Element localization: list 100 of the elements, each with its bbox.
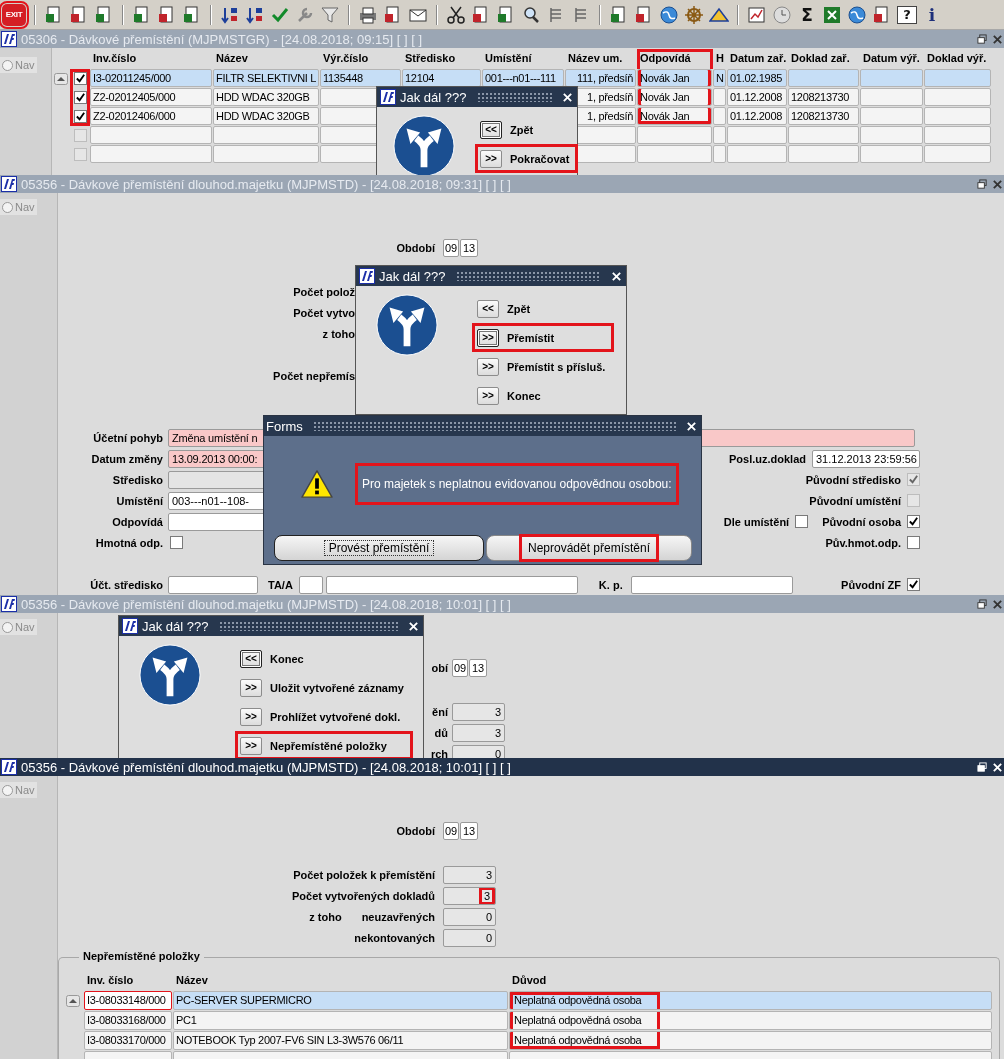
table-cell[interactable] bbox=[713, 126, 726, 144]
option-button[interactable]: >> bbox=[480, 149, 502, 168]
month-field[interactable]: 09 bbox=[443, 822, 459, 840]
option-label[interactable]: Přemístit bbox=[507, 331, 555, 344]
help-button[interactable]: ? bbox=[897, 5, 917, 24]
search-icon[interactable] bbox=[521, 4, 541, 25]
table-cell[interactable]: I3-08033148/000 bbox=[84, 991, 172, 1010]
year-field[interactable]: 13 bbox=[469, 659, 487, 677]
table-cell[interactable] bbox=[924, 88, 991, 106]
table-cell[interactable] bbox=[860, 145, 923, 163]
restore-icon[interactable] bbox=[977, 33, 988, 45]
option-label[interactable]: Přemístit s přísluš. bbox=[507, 360, 606, 373]
checkbox[interactable] bbox=[73, 91, 87, 104]
table-cell[interactable]: FILTR SELEKTIVNI L bbox=[213, 69, 319, 87]
option-label[interactable]: Zpět bbox=[507, 302, 531, 315]
checkbox[interactable] bbox=[73, 148, 87, 161]
dialog-button[interactable]: Provést přemístění bbox=[274, 535, 484, 561]
dialog-button[interactable]: Neprovádět přemístění bbox=[486, 535, 692, 561]
scroll-up-icon[interactable] bbox=[54, 72, 68, 85]
table-cell[interactable]: PC1 bbox=[173, 1011, 508, 1030]
table-cell[interactable] bbox=[860, 69, 923, 87]
table-cell[interactable]: 111, předsíň bbox=[565, 69, 636, 87]
table-cell[interactable] bbox=[713, 88, 726, 106]
table-cell[interactable] bbox=[90, 126, 212, 144]
info-button[interactable]: i bbox=[922, 3, 942, 26]
wheel-icon[interactable] bbox=[684, 4, 704, 25]
option-label[interactable]: Konec bbox=[270, 652, 304, 665]
table-cell[interactable]: Neplatná odpovědná osoba bbox=[509, 1031, 992, 1050]
table-cell[interactable] bbox=[924, 145, 991, 163]
option-label[interactable]: Pokračovat bbox=[510, 152, 570, 165]
table-cell[interactable]: PC-SERVER SUPERMICRO bbox=[173, 991, 508, 1010]
option-label[interactable]: Zpět bbox=[510, 123, 534, 136]
checkbox[interactable] bbox=[907, 536, 920, 549]
option-button[interactable]: >> bbox=[240, 736, 262, 755]
table-cell[interactable]: 1208213730 bbox=[788, 88, 859, 106]
year-field[interactable]: 13 bbox=[460, 822, 478, 840]
table-cell[interactable]: HDD WDAC 320GB bbox=[213, 107, 319, 125]
table-cell[interactable] bbox=[637, 145, 712, 163]
globe-icon[interactable] bbox=[659, 4, 679, 25]
table-cell[interactable]: Novák Jan bbox=[637, 88, 712, 106]
table-cell[interactable]: 001---n01---111 bbox=[482, 69, 564, 87]
table-cell[interactable] bbox=[860, 107, 923, 125]
option-button[interactable]: >> bbox=[240, 678, 262, 697]
table-cell[interactable]: I3-08033168/000 bbox=[84, 1011, 172, 1030]
table-cell[interactable]: HDD WDAC 320GB bbox=[213, 88, 319, 106]
option-label[interactable]: Uložit vytvořené záznamy bbox=[270, 681, 404, 694]
table-cell[interactable] bbox=[713, 107, 726, 125]
date-field[interactable]: 31.12.2013 23:59:56 bbox=[812, 449, 920, 468]
table-cell[interactable] bbox=[213, 126, 319, 144]
table-cell[interactable]: I3-02011245/000 bbox=[90, 69, 212, 87]
checkbox[interactable] bbox=[907, 578, 920, 591]
year-field[interactable]: 13 bbox=[460, 239, 478, 257]
table-cell[interactable]: Neplatná odpovědná osoba bbox=[509, 991, 992, 1010]
text-field[interactable] bbox=[325, 575, 578, 594]
option-button[interactable]: >> bbox=[240, 707, 262, 726]
table-cell[interactable]: 1135448 bbox=[320, 69, 401, 87]
table-cell[interactable] bbox=[213, 145, 319, 163]
option-button[interactable]: >> bbox=[477, 386, 499, 405]
globe-icon[interactable] bbox=[847, 4, 867, 25]
month-field[interactable]: 09 bbox=[452, 659, 468, 677]
table-cell[interactable] bbox=[924, 69, 991, 87]
table-cell[interactable]: Novák Jan bbox=[637, 69, 712, 87]
checkbox[interactable] bbox=[73, 72, 87, 85]
table-cell[interactable] bbox=[727, 145, 787, 163]
table-cell[interactable]: 01.12.2008 bbox=[727, 88, 787, 106]
table-cell[interactable]: Neplatná odpovědná osoba bbox=[509, 1011, 992, 1030]
close-icon[interactable] bbox=[992, 598, 1003, 610]
table-cell[interactable]: Novák Jan bbox=[637, 107, 712, 125]
text-field[interactable] bbox=[298, 575, 323, 594]
restore-icon[interactable] bbox=[977, 761, 988, 773]
table-cell[interactable] bbox=[90, 145, 212, 163]
checkbox[interactable] bbox=[907, 515, 920, 528]
sum-button[interactable]: Σ bbox=[797, 3, 817, 26]
scissors-icon[interactable] bbox=[446, 4, 466, 25]
table-cell[interactable]: 01.02.1985 bbox=[727, 69, 787, 87]
table-cell[interactable] bbox=[788, 126, 859, 144]
table-cell[interactable] bbox=[924, 107, 991, 125]
month-field[interactable]: 09 bbox=[443, 239, 459, 257]
restore-icon[interactable] bbox=[977, 178, 988, 190]
table-cell[interactable] bbox=[860, 126, 923, 144]
restore-icon[interactable] bbox=[977, 598, 988, 610]
option-button[interactable]: << bbox=[480, 120, 502, 139]
text-field[interactable] bbox=[168, 575, 258, 594]
option-button[interactable]: >> bbox=[477, 357, 499, 376]
option-button[interactable]: >> bbox=[477, 328, 499, 347]
funnel-icon[interactable] bbox=[320, 4, 340, 25]
option-button[interactable]: << bbox=[240, 649, 262, 668]
table-cell[interactable] bbox=[637, 126, 712, 144]
clock-icon[interactable] bbox=[772, 4, 792, 25]
table-cell[interactable] bbox=[713, 145, 726, 163]
checkbox[interactable] bbox=[795, 515, 809, 528]
chart-icon[interactable] bbox=[747, 4, 767, 25]
checkbox[interactable] bbox=[73, 110, 87, 123]
table-cell[interactable] bbox=[788, 69, 859, 87]
option-button[interactable]: << bbox=[477, 299, 499, 318]
close-icon[interactable] bbox=[992, 178, 1003, 190]
table-cell[interactable]: Z2-02012405/000 bbox=[90, 88, 212, 106]
table-cell[interactable]: NOTEBOOK Typ 2007-FV6 SIN L3-3W576 06/11 bbox=[173, 1031, 508, 1050]
scroll-up-icon[interactable] bbox=[66, 995, 80, 1007]
table-cell[interactable]: Z2-02012406/000 bbox=[90, 107, 212, 125]
